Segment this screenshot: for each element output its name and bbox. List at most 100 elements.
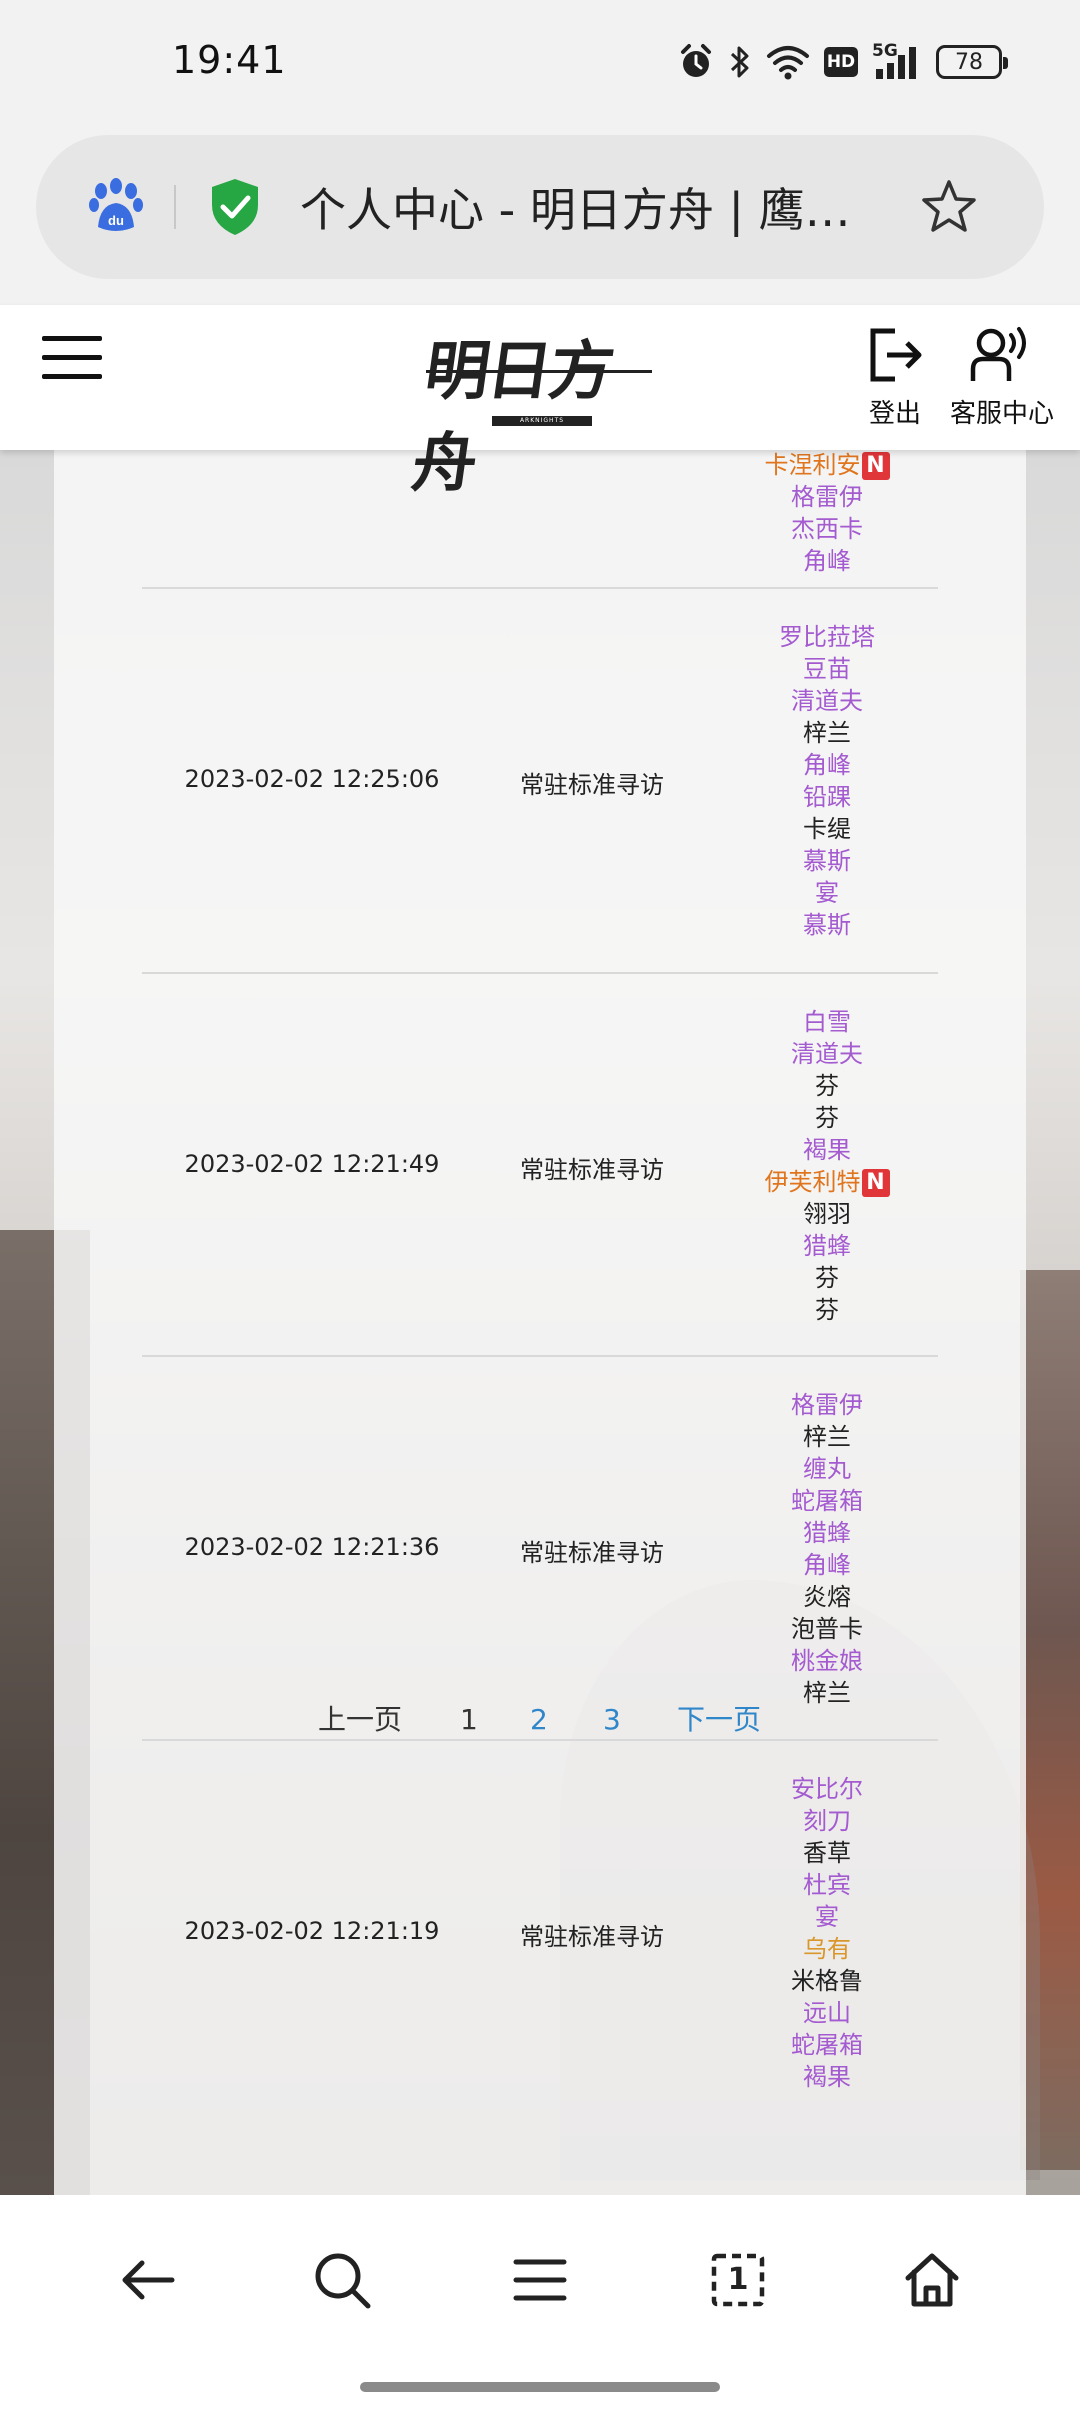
logout-label: 登出 (868, 399, 921, 429)
star-icon[interactable] (920, 178, 978, 236)
operator-name: 杜宾 (803, 1871, 851, 1899)
page-3-link[interactable]: 3 (603, 1695, 621, 1745)
operator-entry: 伊芙利特 N (722, 1166, 932, 1198)
operator-name: 香草 (803, 1839, 851, 1867)
record-banner-type: 常驻标准寻访 (520, 1539, 664, 1567)
record-operators: 安比尔 刻刀 香草 杜宾宴乌有 米格鲁 远山 蛇屠箱 褐果 (722, 1773, 932, 2093)
baidu-paw-icon[interactable]: du (86, 177, 146, 237)
operator-name: 芬 (815, 1264, 839, 1292)
hamburger-menu-button[interactable] (42, 336, 102, 386)
operator-entry: 远山 (722, 1997, 932, 2029)
operator-entry: 猎蜂 (722, 1517, 932, 1549)
page-1-link[interactable]: 1 (460, 1695, 478, 1745)
operator-entry: 角峰 (722, 749, 932, 781)
operator-entry: 梓兰 (722, 717, 932, 749)
page-title[interactable]: 个人中心 - 明日方舟 | 鹰角... (300, 174, 880, 240)
wifi-icon (767, 46, 809, 80)
search-icon[interactable] (310, 2248, 374, 2312)
prev-page-button[interactable]: 上一页 (318, 1695, 402, 1745)
operator-name: 罗比菈塔 (779, 623, 875, 651)
operator-entry: 猎蜂 (722, 1230, 932, 1262)
signal-indicator: 5G (872, 41, 922, 81)
operator-name: 角峰 (803, 1551, 851, 1579)
status-time: 19:41 (172, 38, 287, 82)
operator-entry: 安比尔 (722, 1773, 932, 1805)
record-operators: 罗比菈塔 豆苗 清道夫 梓兰 角峰 铅踝 卡缇 慕斯宴慕斯 (722, 621, 932, 941)
operator-entry: 米格鲁 (722, 1965, 932, 1997)
logo-subtext-bar: ARKNIGHTS (492, 416, 592, 426)
record-operators: 格雷伊 梓兰 缠丸 蛇屠箱 猎蜂 角峰 炎熔 泡普卡 桃金娘 梓兰 (722, 1389, 932, 1709)
operator-entry: 豆苗 (722, 653, 932, 685)
tabs-button[interactable]: 1 (706, 2248, 770, 2312)
menu-line (42, 374, 102, 379)
operator-entry: 缠丸 (722, 1453, 932, 1485)
shield-check-icon[interactable] (208, 177, 262, 237)
home-icon[interactable] (900, 2248, 964, 2312)
operator-name: 炎熔 (803, 1583, 851, 1611)
operator-name: 褐果 (803, 2063, 851, 2091)
menu-icon[interactable] (508, 2248, 572, 2312)
operator-name: 杰西卡 (791, 515, 863, 543)
new-badge: N (861, 1169, 890, 1197)
operator-name: 芬 (815, 1072, 839, 1100)
operator-entry: 蛇屠箱 (722, 2029, 932, 2061)
operator-entry: 杰西卡 (722, 513, 932, 545)
logout-button[interactable]: 登出 (860, 325, 930, 430)
status-icons: HD 5G 78 (678, 40, 1008, 84)
menu-line (42, 336, 102, 341)
operator-name: 桃金娘 (791, 1647, 863, 1675)
home-indicator[interactable] (360, 2382, 720, 2392)
operator-name: 慕斯 (803, 911, 851, 939)
operator-entry: 卡涅利安 N (722, 450, 932, 481)
address-bar[interactable]: du 个人中心 - 明日方舟 | 鹰角... (36, 135, 1044, 279)
operator-entry: 芬 (722, 1070, 932, 1102)
operator-name: 角峰 (803, 751, 851, 779)
operator-name: 梓兰 (803, 719, 851, 747)
operator-name: 褐果 (803, 1136, 851, 1164)
operator-name: 猎蜂 (803, 1519, 851, 1547)
record-time: 2023-02-02 12:21:49 (184, 1150, 440, 1178)
operator-entry: 芬 (722, 1102, 932, 1134)
operator-name: 豆苗 (803, 655, 851, 683)
operator-name: 刻刀 (803, 1807, 851, 1835)
operator-name: 角峰 (803, 547, 851, 575)
operator-entry: 芬 (722, 1294, 932, 1326)
operator-entry: 格雷伊 (722, 1389, 932, 1421)
customer-service-button[interactable]: 客服中心 (946, 325, 1058, 430)
operator-name: 安比尔 (791, 1775, 863, 1803)
tabs-count: 1 (727, 2262, 749, 2297)
site-logo[interactable]: 明日方舟 ARKNIGHTS (407, 318, 660, 501)
page-2-link[interactable]: 2 (530, 1695, 548, 1745)
record-row: 2023-02-02 12:21:49 常驻标准寻访 白雪 清道夫芬芬褐果 伊芙利特 N 翎… (142, 972, 938, 1355)
bluetooth-icon (730, 46, 749, 78)
status-bar: 19:41 HD 5G 78 (0, 0, 1080, 130)
record-operators: 白雪 清道夫芬芬褐果 伊芙利特 N 翎羽 猎蜂芬芬 (722, 1006, 932, 1326)
svg-text:du: du (108, 213, 124, 228)
operator-entry: 慕斯 (722, 845, 932, 877)
operator-name: 芬 (815, 1296, 839, 1324)
customer-service-label: 客服中心 (949, 399, 1054, 429)
record-banner-type: 常驻标准寻访 (520, 771, 664, 799)
record-row: 2023-02-02 12:25:06 常驻标准寻访 罗比菈塔 豆苗 清道夫 梓兰 角峰 铅踝… (142, 587, 938, 972)
operator-entry: 蛇屠箱 (722, 1485, 932, 1517)
operator-name: 蛇屠箱 (791, 1487, 863, 1515)
operator-name: 远山 (803, 1999, 851, 2027)
battery-level: 78 (955, 49, 983, 75)
operator-name: 宴 (815, 1903, 839, 1931)
record-operators: 卡涅利安 N 格雷伊 杰西卡 角峰 (722, 450, 932, 577)
back-arrow-icon[interactable] (116, 2248, 180, 2312)
record-row: 2023-02-02 12:21:19 常驻标准寻访 安比尔 刻刀 香草 杜宾宴乌有 米格鲁… (142, 1739, 938, 2139)
operator-entry: 角峰 (722, 545, 932, 577)
operator-name: 铅踝 (803, 783, 851, 811)
next-page-button[interactable]: 下一页 (677, 1695, 761, 1745)
menu-line (42, 355, 102, 360)
signal-icon (876, 47, 916, 79)
operator-entry: 芬 (722, 1262, 932, 1294)
operator-name: 泡普卡 (791, 1615, 863, 1643)
address-separator (174, 185, 176, 229)
battery-indicator: 78 (936, 45, 1008, 79)
operator-entry: 清道夫 (722, 1038, 932, 1070)
operator-entry: 香草 (722, 1837, 932, 1869)
customer-service-icon (970, 327, 1026, 381)
operator-entry: 梓兰 (722, 1421, 932, 1453)
